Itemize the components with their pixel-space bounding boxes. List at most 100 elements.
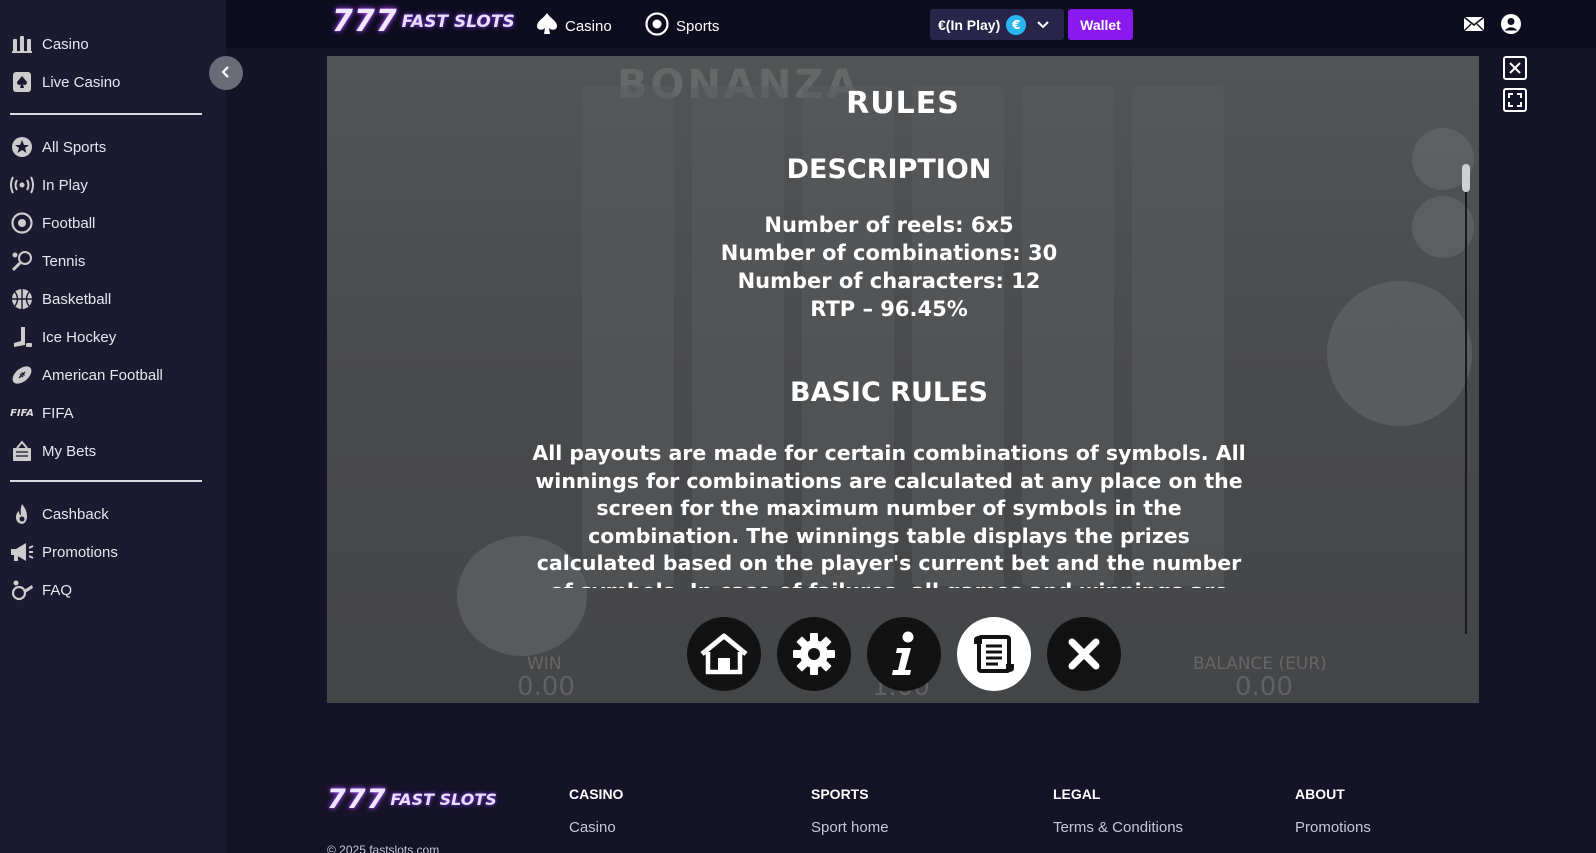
sidebar-item-label: FIFA [42, 404, 74, 422]
sidebar-divider [10, 113, 202, 115]
star-icon [10, 135, 34, 159]
hockey-icon [10, 325, 34, 349]
sidebar-item-label: Promotions [42, 543, 118, 561]
close-icon [1508, 61, 1522, 75]
nav-casino[interactable]: Casino [536, 12, 612, 40]
balance-value-game: 0.00 [1235, 672, 1293, 702]
sidebar-item-live-casino[interactable]: Live Casino [10, 68, 120, 96]
sidebar-item-ice-hockey[interactable]: Ice Hockey [10, 323, 116, 351]
footer-heading-about: ABOUT [1295, 786, 1345, 802]
megaphone-icon [10, 540, 34, 564]
fullscreen-button[interactable] [1503, 88, 1527, 112]
football-icon [10, 211, 34, 235]
sidebar-item-label: My Bets [42, 442, 97, 460]
site-logo[interactable]: 777 FAST SLOTS [332, 4, 515, 39]
spade-icon [536, 12, 558, 40]
sidebar-item-label: Ice Hockey [42, 328, 117, 346]
game-frame: BONANZA RULES DESCRIPTION Number of reel… [327, 56, 1479, 703]
casino-icon [10, 32, 34, 56]
balance-label: €(In Play) [938, 16, 1001, 33]
broadcast-icon [10, 173, 34, 197]
faq-icon [10, 578, 34, 602]
sidebar-item-label: Football [42, 214, 96, 232]
nav-sports-label: Sports [676, 17, 720, 35]
footer-link-casino[interactable]: Casino [569, 819, 616, 836]
sidebar-item-fifa[interactable]: FIFA FIFA [10, 399, 74, 427]
nav-casino-label: Casino [565, 17, 612, 35]
rules-scrollbar-thumb[interactable] [1462, 164, 1470, 192]
nav-sports[interactable]: Sports [645, 12, 719, 40]
copyright-text: © 2025 fastslots.com [327, 843, 440, 853]
settings-button[interactable] [777, 617, 851, 691]
home-button[interactable] [687, 617, 761, 691]
sidebar-item-in-play[interactable]: In Play [10, 171, 88, 199]
sidebar-collapse-button[interactable] [209, 56, 243, 90]
info-button[interactable] [867, 617, 941, 691]
description-line: Number of reels: 6x5 [764, 213, 1014, 237]
sidebar-item-promotions[interactable]: Promotions [10, 538, 118, 566]
chevron-left-icon [219, 64, 233, 83]
basic-rules-text: All payouts are made for certain combina… [532, 441, 1246, 588]
footer-link-promotions[interactable]: Promotions [1295, 819, 1371, 836]
logo-text: FAST SLOTS [401, 11, 515, 32]
chevron-down-icon [1036, 20, 1050, 30]
american-football-icon [10, 363, 34, 387]
sidebar-item-label: Live Casino [42, 73, 121, 91]
logo-777: 777 [327, 784, 387, 815]
footer-heading-sports: SPORTS [811, 786, 869, 802]
sidebar-item-label: Basketball [42, 290, 112, 308]
logo-text: FAST SLOTS [390, 790, 497, 809]
win-label: WIN [527, 654, 562, 674]
balance-label-game: BALANCE (EUR) [1193, 654, 1327, 674]
home-icon [698, 632, 750, 676]
close-button[interactable] [1047, 617, 1121, 691]
sidebar-item-football[interactable]: Football [10, 209, 95, 237]
sidebar-item-my-bets[interactable]: My Bets [10, 437, 96, 465]
football-icon [645, 12, 669, 40]
sidebar-item-basketball[interactable]: Basketball [10, 285, 111, 313]
balance-dropdown[interactable]: €(In Play) € [930, 9, 1064, 40]
description-line: RTP – 96.45% [810, 297, 968, 321]
sidebar: Casino Live Casino All Sports In Play Fo… [0, 0, 226, 853]
sidebar-item-casino[interactable]: Casino [10, 30, 89, 58]
fullscreen-icon [1508, 93, 1522, 107]
spade-icon [10, 70, 34, 94]
fifa-glyph: FIFA [10, 407, 34, 419]
sidebar-item-label: FAQ [42, 581, 73, 599]
footer-link-sport-home[interactable]: Sport home [811, 819, 889, 836]
rules-button[interactable] [957, 617, 1031, 691]
basic-rules-title: BASIC RULES [790, 377, 988, 408]
gear-icon [791, 631, 837, 677]
wallet-button[interactable]: Wallet [1068, 9, 1133, 40]
scroll-icon [971, 632, 1017, 676]
rules-scrollbar-track [1465, 192, 1467, 634]
sidebar-item-faq[interactable]: FAQ [10, 576, 72, 604]
flame-icon [10, 502, 34, 526]
sidebar-item-american-football[interactable]: American Football [10, 361, 163, 389]
sidebar-item-tennis[interactable]: Tennis [10, 247, 85, 275]
footer-link-terms[interactable]: Terms & Conditions [1053, 819, 1183, 836]
description-line: Number of characters: 12 [737, 269, 1041, 293]
user-account-icon[interactable] [1499, 12, 1523, 36]
rules-title: RULES [846, 86, 960, 121]
euro-currency-icon: € [1006, 14, 1027, 35]
close-game-button[interactable] [1503, 56, 1527, 80]
footer-heading-casino: CASINO [569, 786, 624, 802]
sidebar-item-label: In Play [42, 176, 88, 194]
description-title: DESCRIPTION [786, 154, 992, 185]
sidebar-item-label: American Football [42, 366, 163, 384]
info-icon [889, 630, 919, 678]
basketball-icon [10, 287, 34, 311]
sidebar-item-label: Casino [42, 35, 89, 53]
win-value: 0.00 [517, 672, 575, 702]
bets-icon [10, 439, 34, 463]
sidebar-item-label: Cashback [42, 505, 109, 523]
description-line: Number of combinations: 30 [720, 241, 1058, 265]
logo-777: 777 [332, 4, 398, 39]
sidebar-item-cashback[interactable]: Cashback [10, 500, 109, 528]
tennis-icon [10, 249, 34, 273]
mail-icon[interactable] [1462, 12, 1486, 36]
sidebar-item-label: All Sports [42, 138, 107, 156]
footer-logo[interactable]: 777 FAST SLOTS [327, 784, 497, 815]
sidebar-item-all-sports[interactable]: All Sports [10, 133, 106, 161]
